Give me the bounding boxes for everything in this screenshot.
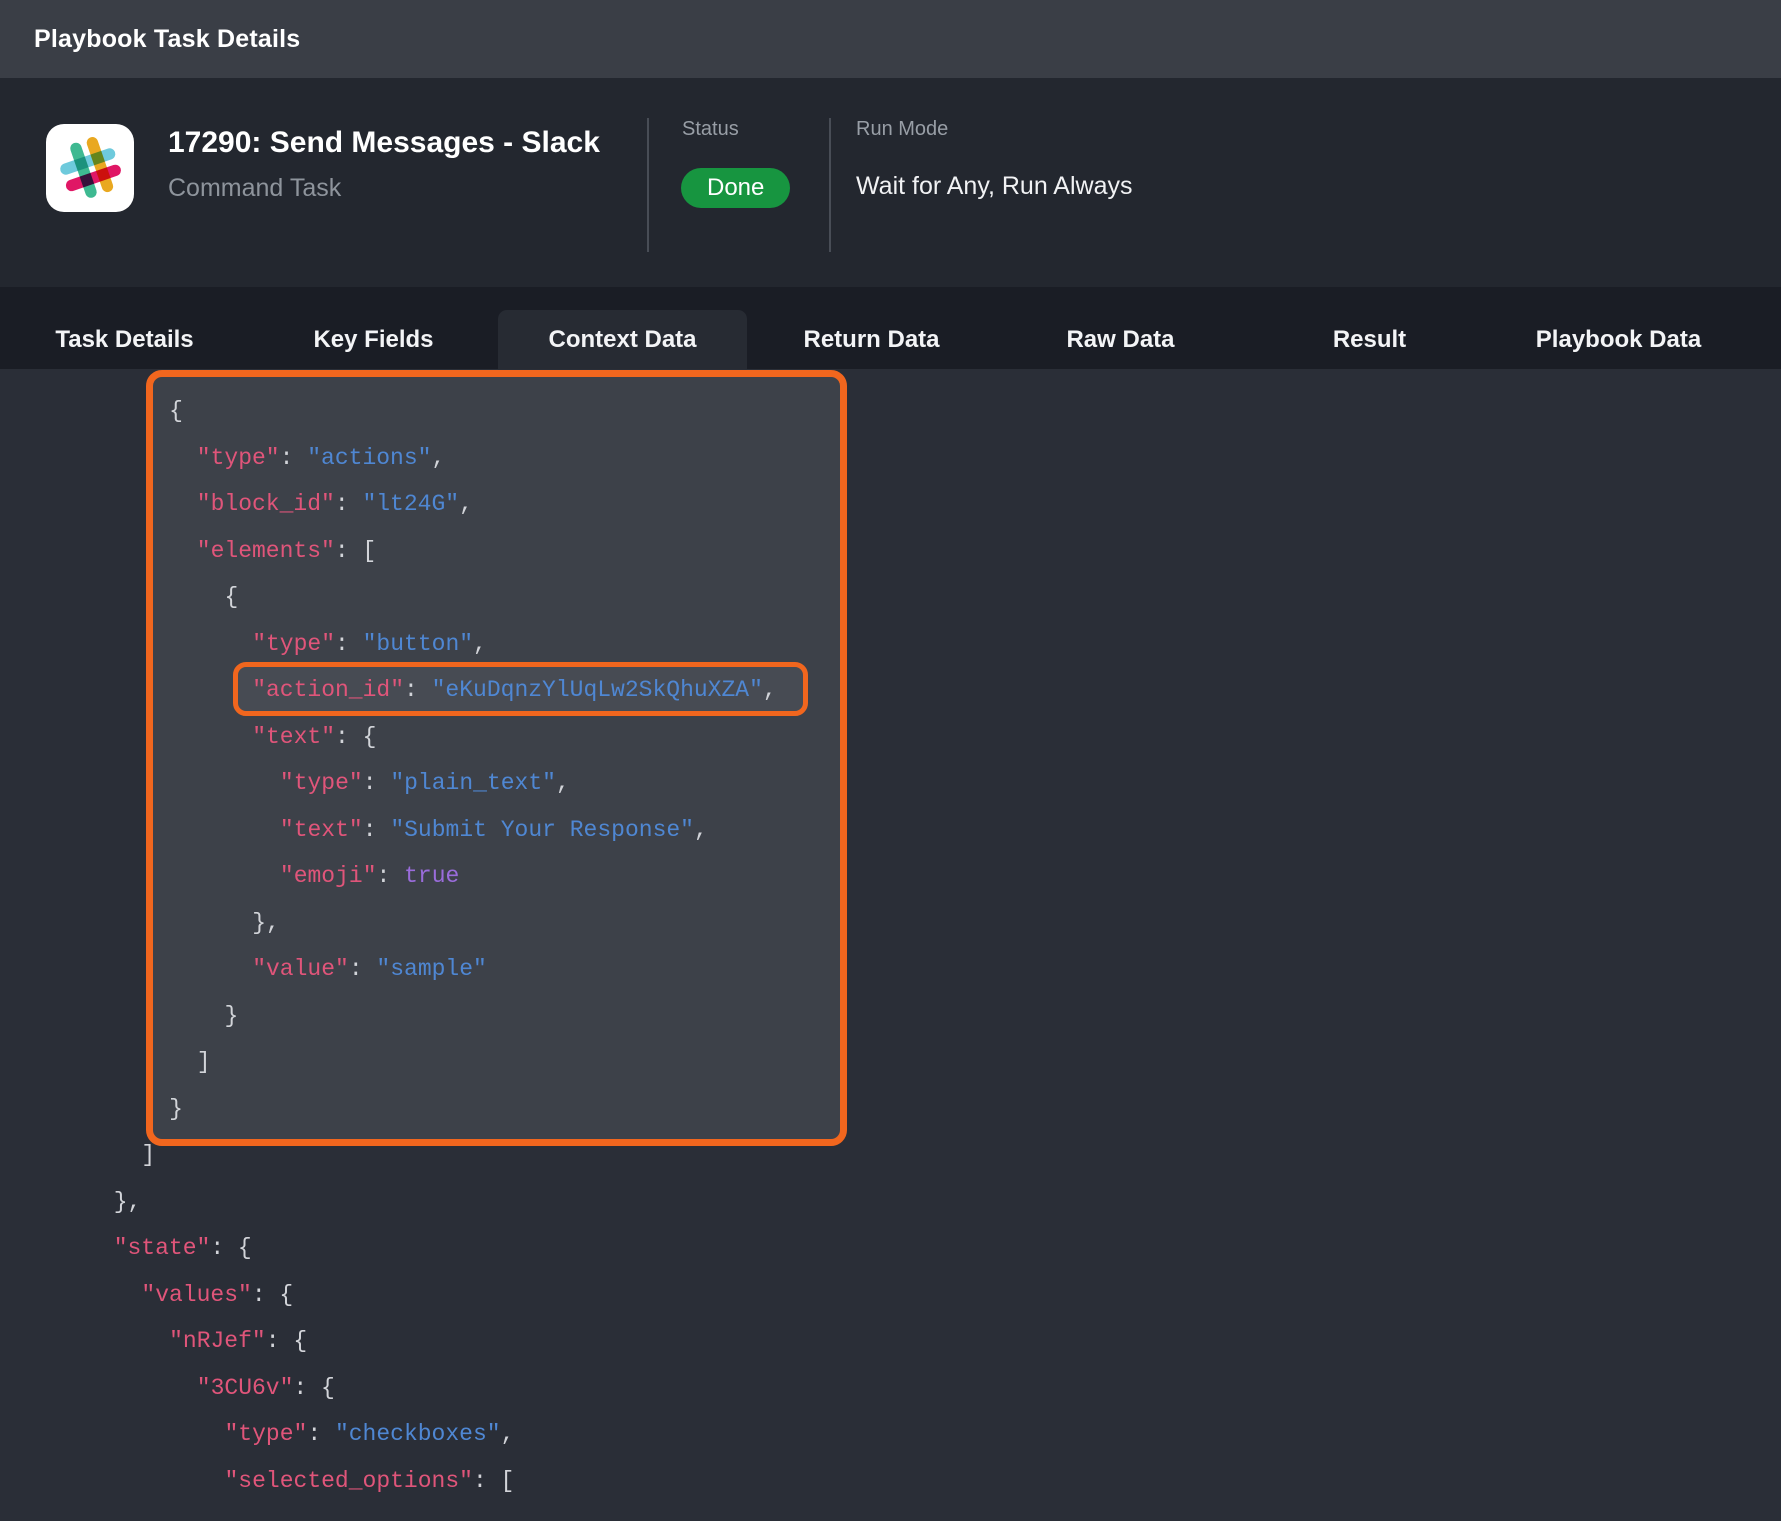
- code-line: },: [86, 1179, 777, 1226]
- code-line: "elements": [: [86, 528, 777, 575]
- code-line: "type": "checkboxes",: [86, 1411, 777, 1458]
- tab-task-details[interactable]: Task Details: [0, 310, 249, 369]
- code-line: "type": "button",: [86, 621, 777, 668]
- tab-return-data[interactable]: Return Data: [747, 310, 996, 369]
- context-data-panel[interactable]: {"type": "actions","block_id": "lt24G","…: [0, 369, 1781, 1521]
- slack-icon: [46, 124, 134, 212]
- window-title: Playbook Task Details: [34, 25, 300, 54]
- window-title-bar: Playbook Task Details: [0, 0, 1781, 78]
- code-line: "type": "actions",: [86, 435, 777, 482]
- code-line: ]: [86, 1132, 777, 1179]
- code-line: ]: [86, 1039, 777, 1086]
- status-badge: Done: [681, 168, 790, 208]
- run-mode-value: Wait for Any, Run Always: [856, 172, 1133, 201]
- code-line: "text": "Submit Your Response",: [86, 807, 777, 854]
- code-line: },: [86, 900, 777, 947]
- run-mode-label: Run Mode: [856, 118, 948, 141]
- code-line-action-id: "action_id": "eKuDqnzYlUqLw2SkQhuXZA",: [86, 667, 777, 714]
- tab-result[interactable]: Result: [1245, 310, 1494, 369]
- code-line: "selected_options": [: [86, 1458, 777, 1505]
- code-line: }: [86, 1086, 777, 1133]
- code-line: "value": "sample": [86, 946, 777, 993]
- code-line: }: [86, 993, 777, 1040]
- code-line: "type": "plain_text",: [86, 760, 777, 807]
- code-line: "state": {: [86, 1225, 777, 1272]
- code-line: {: [86, 574, 777, 621]
- json-code: {"type": "actions","block_id": "lt24G","…: [86, 388, 777, 1504]
- code-line: "values": {: [86, 1272, 777, 1319]
- task-type-label: Command Task: [168, 174, 341, 203]
- header-divider: [647, 118, 649, 252]
- status-label: Status: [682, 118, 739, 141]
- tab-bar: Task DetailsKey FieldsContext DataReturn…: [0, 287, 1781, 369]
- task-title: 17290: Send Messages - Slack: [168, 126, 600, 160]
- task-header: 17290: Send Messages - Slack Command Tas…: [0, 78, 1781, 287]
- code-line: "emoji": true: [86, 853, 777, 900]
- code-line: "block_id": "lt24G",: [86, 481, 777, 528]
- tab-context-data[interactable]: Context Data: [498, 310, 747, 369]
- code-line: "text": {: [86, 714, 777, 761]
- code-line: "nRJef": {: [86, 1318, 777, 1365]
- header-divider: [829, 118, 831, 252]
- code-line: "3CU6v": {: [86, 1365, 777, 1412]
- playbook-task-details-window: Playbook Task Details 17290: Send Messag…: [0, 0, 1781, 1521]
- tab-playbook-data[interactable]: Playbook Data: [1494, 310, 1743, 369]
- tab-key-fields[interactable]: Key Fields: [249, 310, 498, 369]
- tab-raw-data[interactable]: Raw Data: [996, 310, 1245, 369]
- code-line: {: [86, 388, 777, 435]
